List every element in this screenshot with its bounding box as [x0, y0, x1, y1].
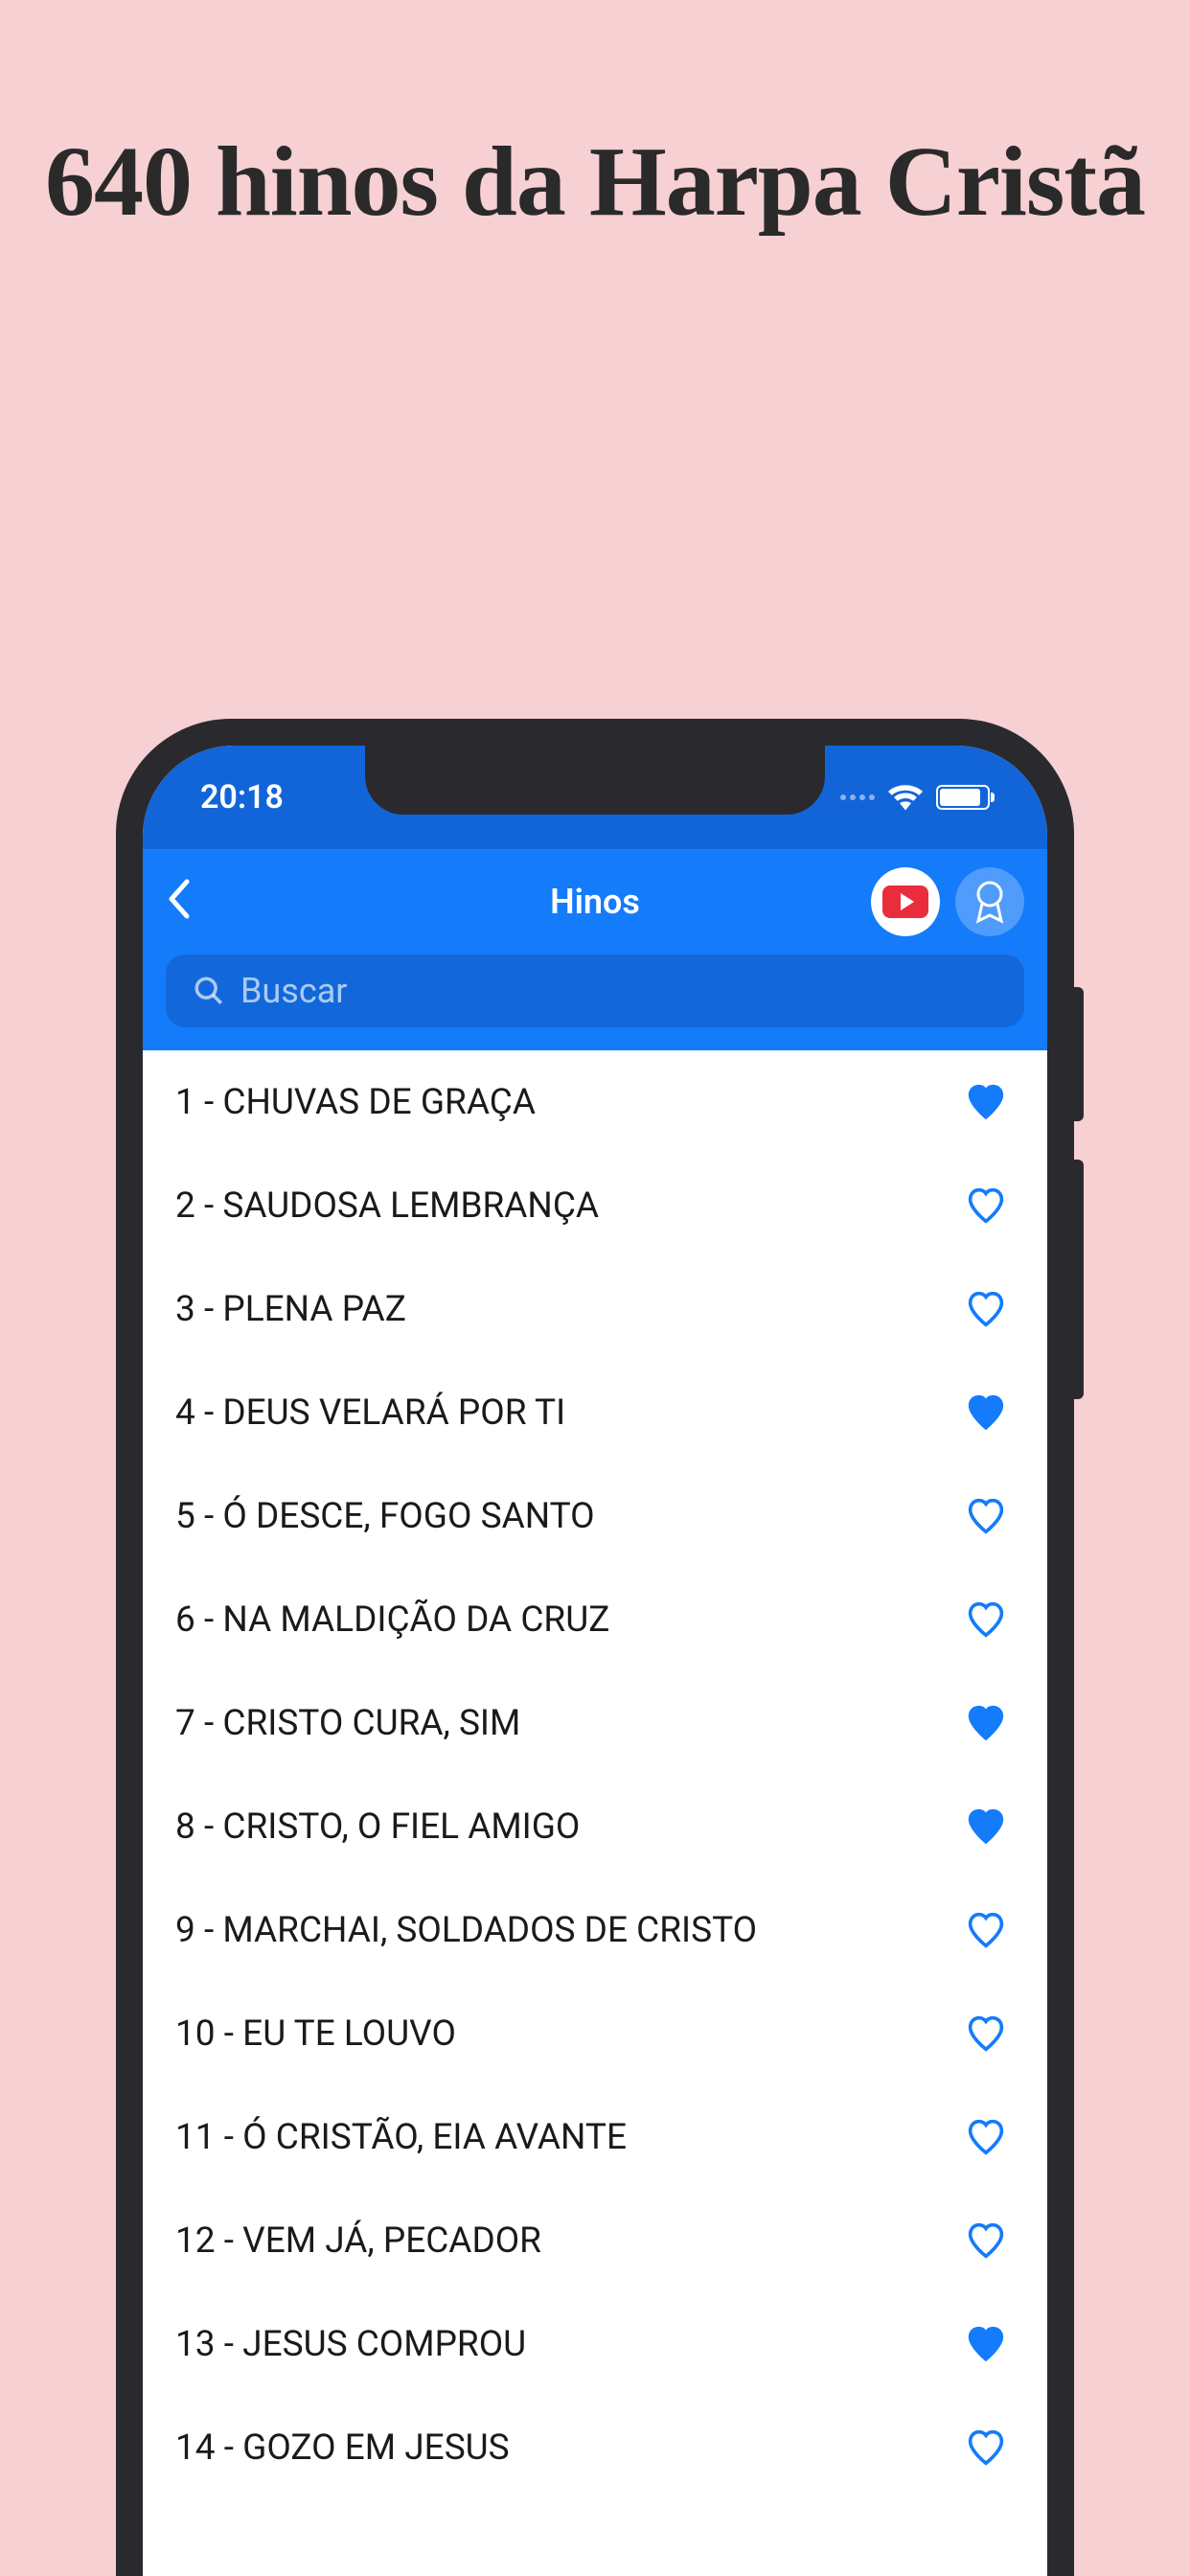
hymn-row[interactable]: 4 - DEUS VELARÁ POR TI	[143, 1361, 1047, 1464]
hymn-row[interactable]: 10 - EU TE LOUVO	[143, 1982, 1047, 2085]
hymn-row[interactable]: 5 - Ó DESCE, FOGO SANTO	[143, 1464, 1047, 1568]
wifi-icon	[888, 784, 923, 811]
hymn-row[interactable]: 13 - JESUS COMPROU	[143, 2292, 1047, 2396]
award-button[interactable]	[955, 867, 1024, 936]
hymn-row[interactable]: 8 - CRISTO, O FIEL AMIGO	[143, 1775, 1047, 1878]
search-icon	[193, 975, 225, 1007]
hymn-title: 9 - MARCHAI, SOLDADOS DE CRISTO	[175, 1910, 757, 1951]
youtube-icon	[882, 886, 928, 918]
phone-notch	[365, 746, 825, 815]
hymn-title: 4 - DEUS VELARÁ POR TI	[175, 1392, 565, 1434]
heart-filled-icon[interactable]	[963, 2321, 1009, 2367]
hymn-row[interactable]: 6 - NA MALDIÇÃO DA CRUZ	[143, 1568, 1047, 1671]
ribbon-icon	[971, 879, 1009, 925]
hymn-row[interactable]: 9 - MARCHAI, SOLDADOS DE CRISTO	[143, 1878, 1047, 1982]
heart-outline-icon[interactable]	[963, 1183, 1009, 1229]
navigation-bar: Hinos	[143, 849, 1047, 954]
hymn-title: 7 - CRISTO CURA, SIM	[175, 1703, 520, 1744]
hymn-row[interactable]: 1 - CHUVAS DE GRAÇA	[143, 1050, 1047, 1154]
page-title: Hinos	[550, 882, 640, 922]
cellular-icon	[840, 794, 875, 800]
hymn-row[interactable]: 12 - VEM JÁ, PECADOR	[143, 2189, 1047, 2292]
hymn-title: 10 - EU TE LOUVO	[175, 2013, 456, 2055]
phone-side-button	[1074, 987, 1084, 1121]
search-bar-container: Buscar	[143, 954, 1047, 1050]
hymn-row[interactable]: 2 - SAUDOSA LEMBRANÇA	[143, 1154, 1047, 1257]
hymn-row[interactable]: 11 - Ó CRISTÃO, EIA AVANTE	[143, 2085, 1047, 2189]
heart-filled-icon[interactable]	[963, 1079, 1009, 1125]
status-indicators	[840, 784, 990, 811]
heart-outline-icon[interactable]	[963, 1286, 1009, 1332]
heart-filled-icon[interactable]	[963, 1390, 1009, 1436]
heart-filled-icon[interactable]	[963, 1700, 1009, 1746]
search-input[interactable]: Buscar	[166, 954, 1024, 1027]
search-placeholder: Buscar	[240, 971, 347, 1011]
heart-outline-icon[interactable]	[963, 1597, 1009, 1643]
youtube-button[interactable]	[871, 867, 940, 936]
heart-outline-icon[interactable]	[963, 2114, 1009, 2160]
phone-screen: 20:18	[143, 746, 1047, 2576]
hymn-title: 14 - GOZO EM JESUS	[175, 2427, 510, 2469]
back-button[interactable]	[166, 869, 191, 934]
hymn-title: 11 - Ó CRISTÃO, EIA AVANTE	[175, 2117, 627, 2158]
hymn-title: 2 - SAUDOSA LEMBRANÇA	[175, 1185, 599, 1227]
hymn-title: 6 - NA MALDIÇÃO DA CRUZ	[175, 1599, 609, 1641]
phone-frame: 20:18	[116, 719, 1074, 2576]
hymn-title: 8 - CRISTO, O FIEL AMIGO	[175, 1806, 580, 1848]
heart-outline-icon[interactable]	[963, 2218, 1009, 2264]
heart-outline-icon[interactable]	[963, 1493, 1009, 1539]
hymn-title: 5 - Ó DESCE, FOGO SANTO	[175, 1496, 595, 1537]
hymn-list[interactable]: 1 - CHUVAS DE GRAÇA 2 - SAUDOSA LEMBRANÇA…	[143, 1050, 1047, 2499]
status-time: 20:18	[200, 778, 284, 816]
heart-outline-icon[interactable]	[963, 1907, 1009, 1953]
heart-outline-icon[interactable]	[963, 2011, 1009, 2057]
heart-outline-icon[interactable]	[963, 2425, 1009, 2471]
hymn-title: 1 - CHUVAS DE GRAÇA	[175, 1082, 536, 1123]
battery-icon	[936, 785, 990, 810]
marketing-headline: 640 hinos da Harpa Cristã	[0, 0, 1190, 240]
hymn-row[interactable]: 3 - PLENA PAZ	[143, 1257, 1047, 1361]
heart-filled-icon[interactable]	[963, 1804, 1009, 1850]
hymn-row[interactable]: 14 - GOZO EM JESUS	[143, 2396, 1047, 2499]
phone-side-button	[1074, 1160, 1084, 1399]
hymn-title: 13 - JESUS COMPROU	[175, 2324, 526, 2365]
hymn-title: 12 - VEM JÁ, PECADOR	[175, 2220, 541, 2262]
hymn-title: 3 - PLENA PAZ	[175, 1289, 406, 1330]
hymn-row[interactable]: 7 - CRISTO CURA, SIM	[143, 1671, 1047, 1775]
